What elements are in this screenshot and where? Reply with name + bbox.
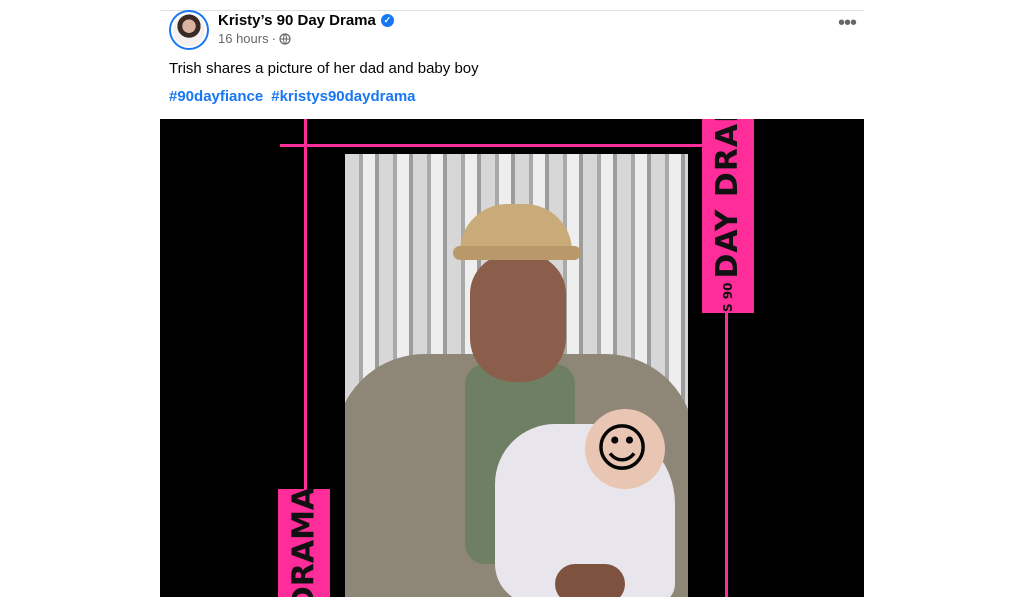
post-text: Trish shares a picture of her dad and ba…	[169, 60, 479, 77]
smiling-face-emoji-icon: ☺	[594, 419, 650, 479]
brand-badge-top: KRISTY'S 90 DAY DRAMA	[702, 119, 754, 313]
photo-man-with-baby: ☺	[345, 154, 688, 597]
man-hand	[555, 564, 625, 597]
brand-badge-bottom: DRAMA	[278, 489, 330, 597]
post-time[interactable]: 16 hours	[218, 31, 269, 46]
post-card: Kristy’s 90 Day Drama ✓ 16 hours · ••• T…	[160, 0, 864, 597]
badge-big-text: DAY DRAMA	[710, 119, 745, 279]
verified-badge-icon: ✓	[380, 13, 394, 27]
more-options-icon[interactable]: •••	[838, 13, 857, 33]
frame-line-right	[725, 309, 728, 597]
badge-bottom-text: DRAMA	[286, 489, 322, 597]
author-name[interactable]: Kristy’s 90 Day Drama	[218, 12, 376, 29]
post-meta: 16 hours ·	[218, 31, 291, 46]
author-row: Kristy’s 90 Day Drama ✓	[218, 10, 394, 30]
avatar-image	[171, 12, 207, 48]
hashtags: #90dayfiance #kristys90daydrama	[169, 88, 416, 105]
meta-separator: ·	[271, 31, 276, 46]
badge-small-text: KRISTY'S 90	[721, 283, 735, 314]
globe-icon	[279, 32, 291, 45]
hat-brim	[453, 246, 581, 260]
hashtag-link[interactable]: #kristys90daydrama	[271, 88, 415, 105]
post-image[interactable]: KRISTY'S 90 DAY DRAMA DRAMA ☺	[160, 119, 864, 597]
hashtag-link[interactable]: #90dayfiance	[169, 88, 263, 105]
frame-line-top	[280, 144, 750, 147]
man-face	[470, 254, 566, 382]
author-avatar[interactable]	[169, 10, 209, 50]
